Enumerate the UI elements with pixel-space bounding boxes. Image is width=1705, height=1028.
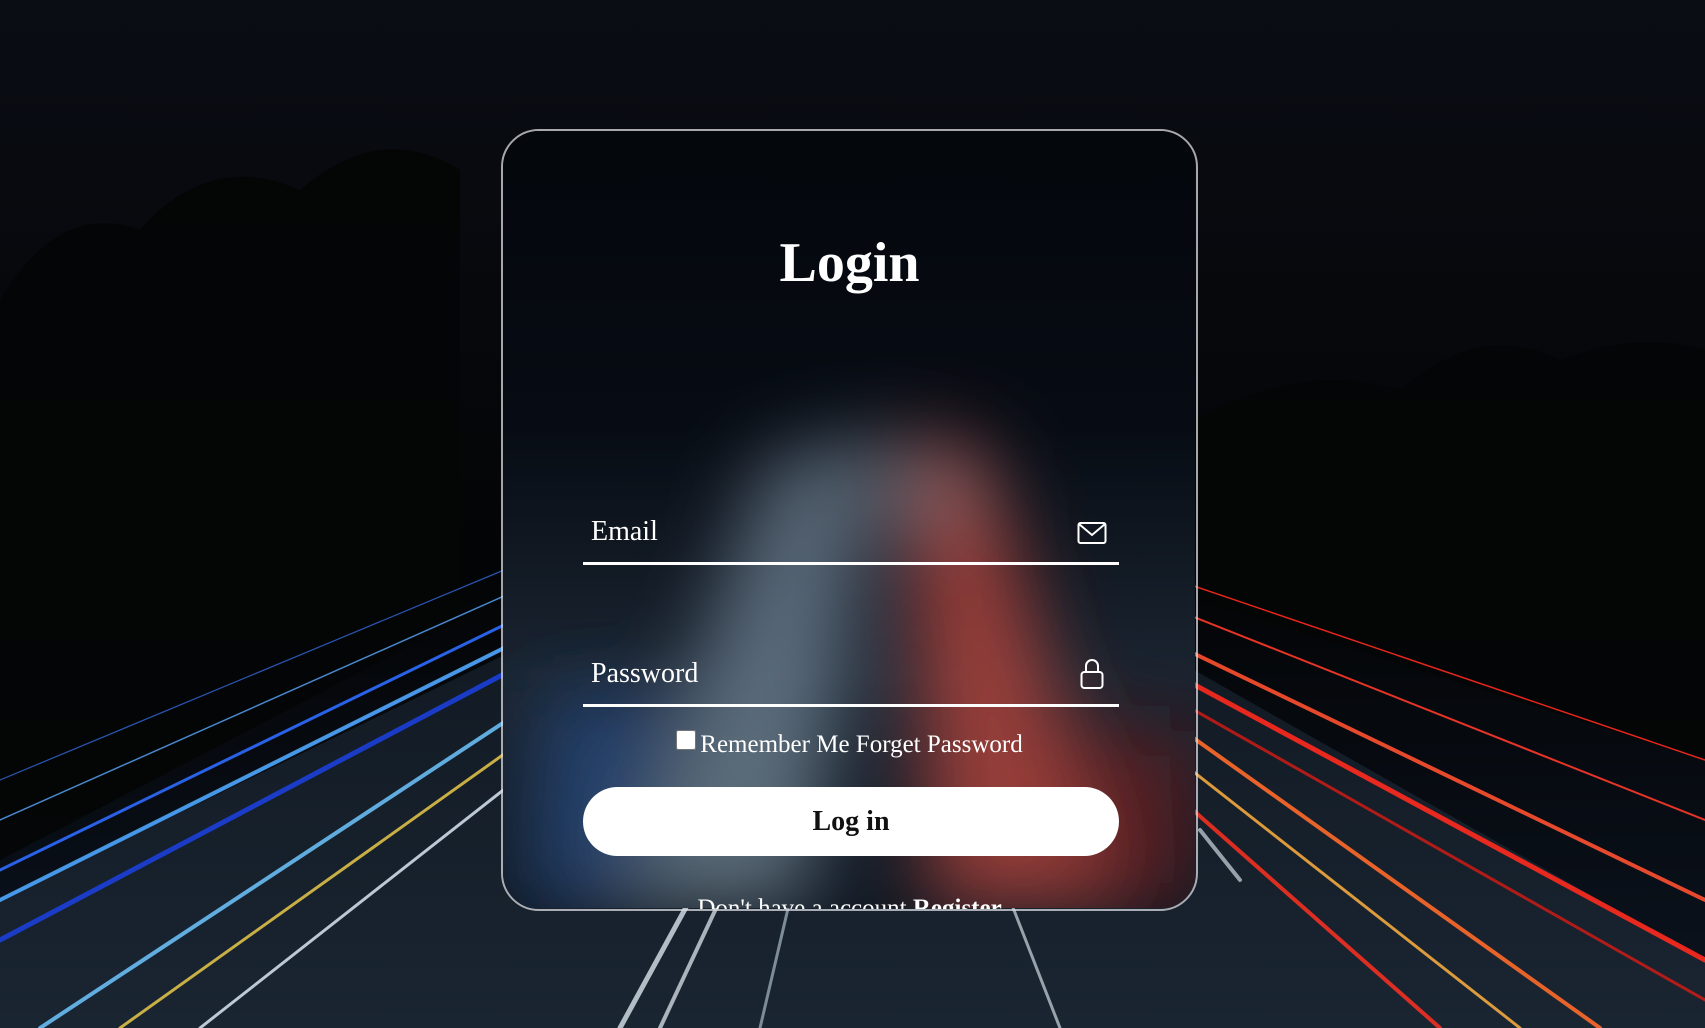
remember-me-text: Remember Me	[700, 731, 850, 758]
envelope-icon	[1077, 512, 1107, 548]
login-options: Remember Me Forget Password	[503, 730, 1196, 759]
email-input[interactable]	[583, 502, 1053, 562]
page-title: Login	[779, 232, 920, 294]
email-field-container	[583, 502, 1119, 565]
register-prompt: Don't have a account Register	[503, 895, 1196, 911]
remember-me-checkbox[interactable]	[676, 730, 697, 750]
lock-icon	[1077, 654, 1107, 690]
remember-me-label[interactable]: Remember Me	[676, 730, 856, 758]
login-button[interactable]: Log in	[583, 787, 1119, 856]
no-account-text: Don't have a account	[697, 895, 907, 911]
login-card: Login Remember Me Forg	[501, 129, 1198, 911]
register-link[interactable]: Register	[913, 895, 1002, 909]
password-field-container	[583, 644, 1119, 707]
password-input[interactable]	[583, 644, 1053, 704]
forgot-password-link[interactable]: Forget Password	[856, 731, 1023, 758]
